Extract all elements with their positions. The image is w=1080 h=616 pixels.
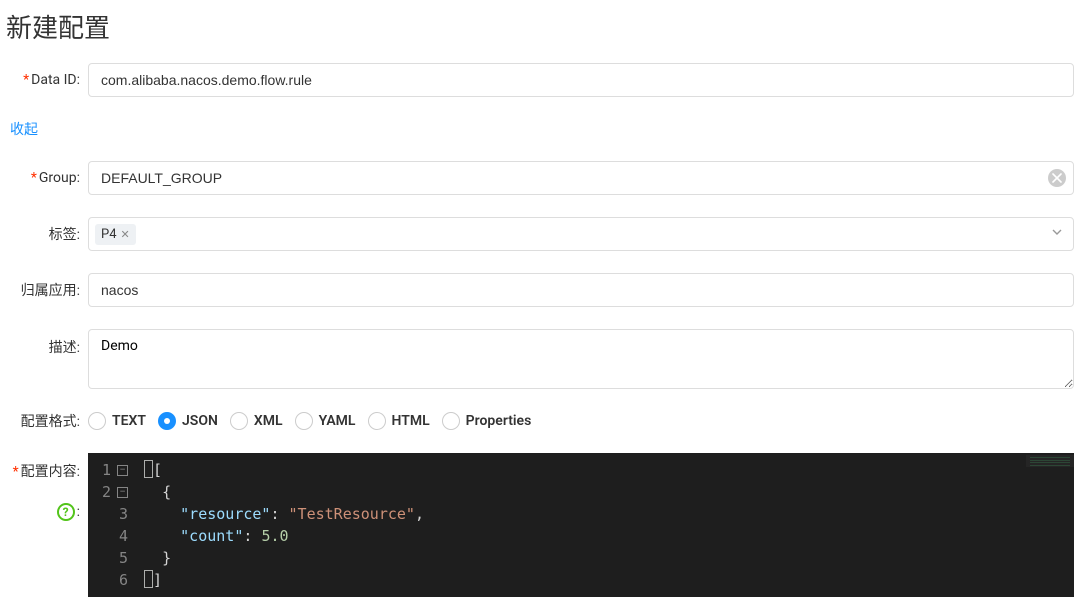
collapse-toggle[interactable]: 收起 <box>10 119 38 139</box>
label-group: *Group: <box>6 170 88 186</box>
chevron-down-icon[interactable] <box>1051 226 1063 242</box>
format-radio-yaml[interactable]: YAML <box>295 412 356 430</box>
label-content: *配置内容: <box>6 453 88 481</box>
editor-body[interactable]: [ { "resource": "TestResource", "count":… <box>136 453 1074 597</box>
radio-label: HTML <box>392 413 430 429</box>
data-id-input[interactable] <box>88 63 1074 97</box>
tag-chip-label: P4 <box>101 227 117 242</box>
format-radio-text[interactable]: TEXT <box>88 412 146 430</box>
app-input[interactable] <box>88 273 1074 307</box>
label-format: 配置格式: <box>6 411 88 431</box>
label-desc: 描述: <box>6 329 88 357</box>
format-radio-xml[interactable]: XML <box>230 412 283 430</box>
label-data-id: *Data ID: <box>6 72 88 88</box>
editor-gutter: 1− 2− 3 4 5 6 <box>88 453 136 597</box>
label-app: 归属应用: <box>6 280 88 300</box>
help-icon[interactable]: ? <box>57 503 75 521</box>
radio-icon <box>230 412 248 430</box>
radio-label: Properties <box>466 413 532 429</box>
radio-label: TEXT <box>112 413 146 429</box>
editor-cursor <box>144 570 153 588</box>
desc-textarea[interactable]: Demo <box>88 329 1074 389</box>
code-editor[interactable]: 1− 2− 3 4 5 6 [ { "resource": "TestResou… <box>88 453 1074 597</box>
format-radio-properties[interactable]: Properties <box>442 412 532 430</box>
fold-icon[interactable]: − <box>117 487 128 498</box>
radio-icon <box>295 412 313 430</box>
radio-icon <box>88 412 106 430</box>
tags-select[interactable]: P4 ✕ <box>88 217 1074 251</box>
group-input[interactable] <box>88 161 1074 195</box>
format-radio-group: TEXT JSON XML YAML HTML Properties <box>88 412 1074 430</box>
clear-icon[interactable] <box>1048 169 1066 187</box>
radio-icon <box>442 412 460 430</box>
radio-icon <box>158 412 176 430</box>
tag-chip: P4 ✕ <box>95 224 136 245</box>
page-title: 新建配置 <box>6 8 1074 45</box>
format-radio-html[interactable]: HTML <box>368 412 430 430</box>
radio-label: YAML <box>319 413 356 429</box>
radio-label: XML <box>254 413 283 429</box>
help-colon: : <box>77 504 80 520</box>
label-tags: 标签: <box>6 224 88 244</box>
fold-icon[interactable]: − <box>117 465 128 476</box>
minimap <box>1026 455 1074 467</box>
editor-cursor <box>144 460 153 478</box>
close-icon[interactable]: ✕ <box>121 228 130 241</box>
radio-icon <box>368 412 386 430</box>
radio-label: JSON <box>182 413 218 429</box>
format-radio-json[interactable]: JSON <box>158 412 218 430</box>
